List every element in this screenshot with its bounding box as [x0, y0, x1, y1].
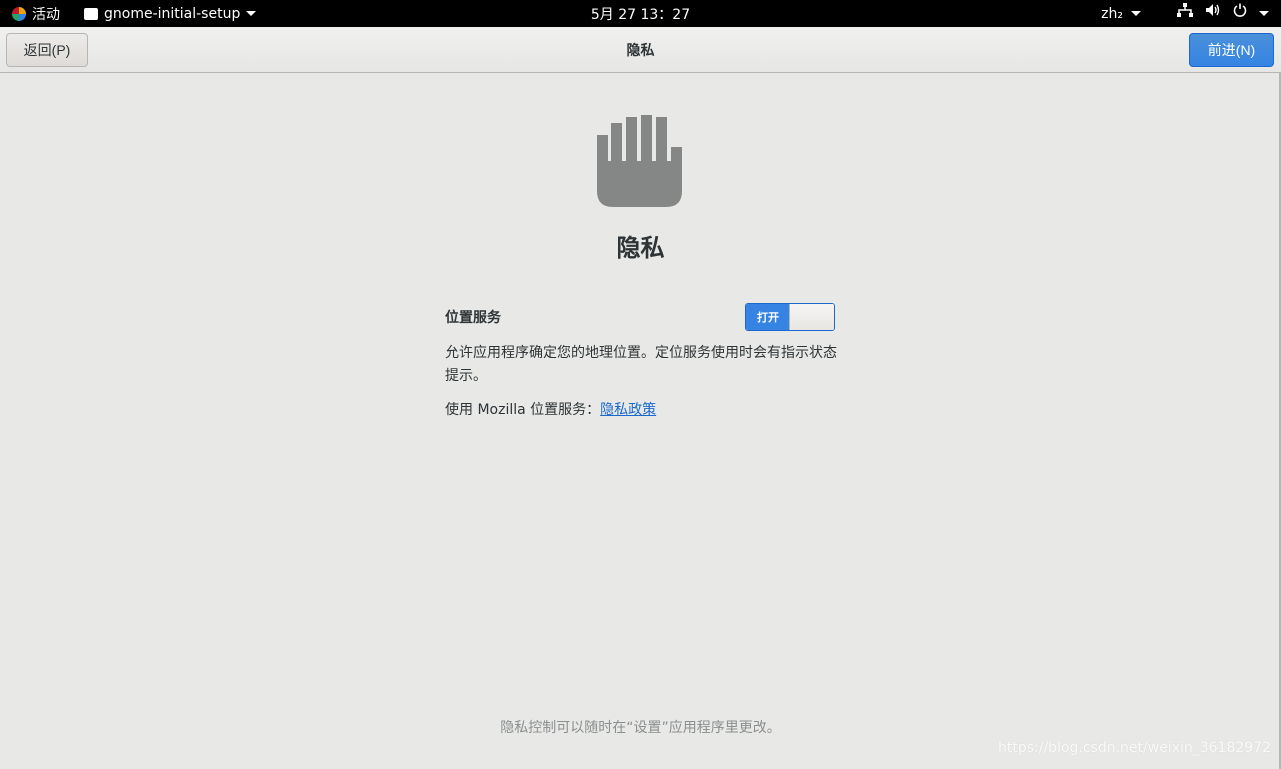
lang-label: zh₂: [1101, 5, 1123, 22]
volume-icon[interactable]: [1205, 0, 1221, 27]
app-icon: [84, 7, 98, 20]
chevron-down-icon: [1131, 11, 1141, 16]
input-method-indicator[interactable]: zh₂: [1101, 6, 1141, 22]
activities-icon: [12, 6, 26, 21]
location-services-label: 位置服务: [445, 310, 501, 326]
clock[interactable]: 5月 27 13：27: [591, 4, 690, 24]
power-icon[interactable]: [1233, 0, 1247, 27]
mozilla-policy-line: 使用 Mozilla 位置服务：隐私政策: [445, 399, 656, 419]
privacy-policy-link[interactable]: 隐私政策: [600, 402, 656, 418]
switch-knob[interactable]: [789, 304, 834, 330]
hand-icon: [597, 115, 683, 207]
location-services-switch[interactable]: 打开: [745, 303, 835, 331]
header-bar: 返回(P) 隐私 前进(N): [0, 27, 1281, 73]
header-title: 隐私: [626, 43, 655, 59]
chevron-down-icon: [246, 11, 257, 16]
back-button[interactable]: 返回(P): [6, 33, 88, 67]
network-icon[interactable]: [1177, 0, 1193, 27]
page-heading: 隐私: [616, 234, 665, 262]
chevron-down-icon[interactable]: [1259, 11, 1269, 16]
mozilla-text: 使用 Mozilla 位置服务：: [445, 402, 601, 418]
activities-label: 活动: [32, 6, 60, 23]
location-description: 允许应用程序确定您的地理位置。定位服务使用时会有指示状态提示。: [445, 345, 837, 384]
app-name: gnome-initial-setup: [104, 5, 241, 22]
activities-button[interactable]: 活动: [12, 0, 60, 27]
footer-note: 隐私控制可以随时在“设置”应用程序里更改。: [500, 720, 781, 736]
app-menu[interactable]: gnome-initial-setup: [84, 0, 257, 27]
switch-on-label: 打开: [746, 304, 790, 330]
watermark: https://blog.csdn.net/weixin_36182972: [997, 740, 1271, 756]
top-bar: 活动 gnome-initial-setup 5月 27 13：27 zh₂: [0, 0, 1281, 27]
next-button[interactable]: 前进(N): [1189, 33, 1274, 67]
system-tray: zh₂: [1101, 0, 1269, 27]
